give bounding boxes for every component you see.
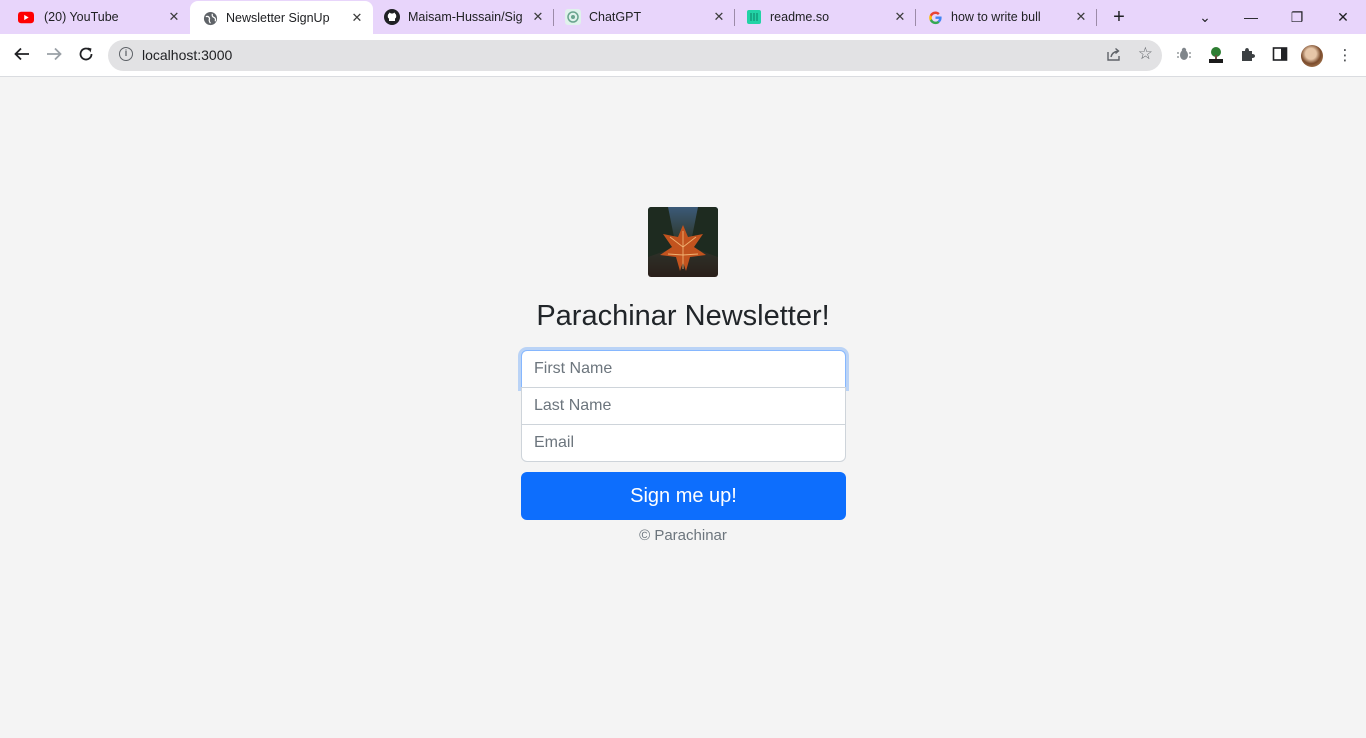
extensions-puzzle-icon[interactable]: [1238, 46, 1258, 66]
logo-image: [648, 207, 718, 277]
google-icon: [927, 9, 943, 25]
tab-title: readme.so: [770, 10, 830, 24]
back-button[interactable]: [9, 43, 35, 69]
tab-github[interactable]: Maisam-Hussain/Sign ✕: [373, 0, 554, 34]
tab-separator: [1096, 9, 1097, 26]
profile-avatar[interactable]: [1301, 45, 1323, 67]
restore-button[interactable]: ❐: [1284, 4, 1310, 30]
close-icon[interactable]: ✕: [711, 9, 727, 25]
close-icon[interactable]: ✕: [166, 9, 182, 25]
back-arrow-icon: [14, 47, 29, 61]
tab-title: how to write bullets fo: [951, 10, 1040, 24]
email-field[interactable]: [521, 424, 846, 462]
site-info-icon[interactable]: i: [119, 47, 133, 61]
tab-youtube[interactable]: (20) YouTube ✕: [0, 0, 190, 34]
close-icon[interactable]: ✕: [1073, 9, 1089, 25]
reload-button[interactable]: [73, 43, 99, 69]
side-panel-icon[interactable]: [1270, 46, 1290, 66]
tab-title: Newsletter SignUp: [226, 11, 330, 25]
address-bar[interactable]: i localhost:3000 ☆: [108, 40, 1162, 71]
close-icon[interactable]: ✕: [530, 9, 546, 25]
youtube-icon: [18, 9, 34, 25]
close-icon[interactable]: ✕: [892, 9, 908, 25]
html-tree-extension-icon[interactable]: [1206, 46, 1226, 66]
tab-strip: (20) YouTube ✕ Newsletter SignUp ✕ Maisa…: [0, 0, 1366, 34]
reload-icon: [79, 47, 93, 61]
tab-readme[interactable]: readme.so ✕: [735, 0, 916, 34]
bookmark-star-icon[interactable]: ☆: [1138, 44, 1153, 64]
tab-title: ChatGPT: [589, 10, 642, 24]
last-name-field[interactable]: [521, 387, 846, 425]
github-icon: [384, 9, 400, 25]
tab-title: (20) YouTube: [44, 10, 119, 24]
page-title: Parachinar Newsletter!: [536, 300, 830, 332]
forward-arrow-icon: [47, 47, 62, 61]
bug-extension-icon[interactable]: [1174, 46, 1194, 66]
forward-button[interactable]: [41, 43, 67, 69]
tab-title: Maisam-Hussain/Sign: [408, 10, 522, 24]
tab-chatgpt[interactable]: ChatGPT ✕: [554, 0, 735, 34]
browser-toolbar: i localhost:3000 ☆ ⋮: [0, 34, 1366, 77]
readme-icon: [746, 9, 762, 25]
browser-menu-icon[interactable]: ⋮: [1335, 46, 1355, 66]
url-text: localhost:3000: [142, 47, 233, 63]
minimize-button[interactable]: —: [1238, 4, 1264, 30]
tab-newsletter-signup[interactable]: Newsletter SignUp ✕: [190, 1, 373, 34]
close-window-button[interactable]: ✕: [1330, 4, 1356, 30]
globe-icon: [202, 10, 218, 26]
share-icon[interactable]: [1106, 46, 1122, 66]
first-name-field[interactable]: [521, 350, 846, 388]
sign-up-button[interactable]: Sign me up!: [521, 472, 846, 520]
close-icon[interactable]: ✕: [349, 10, 365, 26]
new-tab-button[interactable]: +: [1108, 6, 1130, 28]
copyright-footer: © Parachinar: [639, 527, 727, 544]
chatgpt-icon: [565, 9, 581, 25]
tab-search-chevron-icon[interactable]: ⌄: [1192, 4, 1218, 30]
tab-google-search[interactable]: how to write bullets fo ✕: [916, 0, 1097, 34]
